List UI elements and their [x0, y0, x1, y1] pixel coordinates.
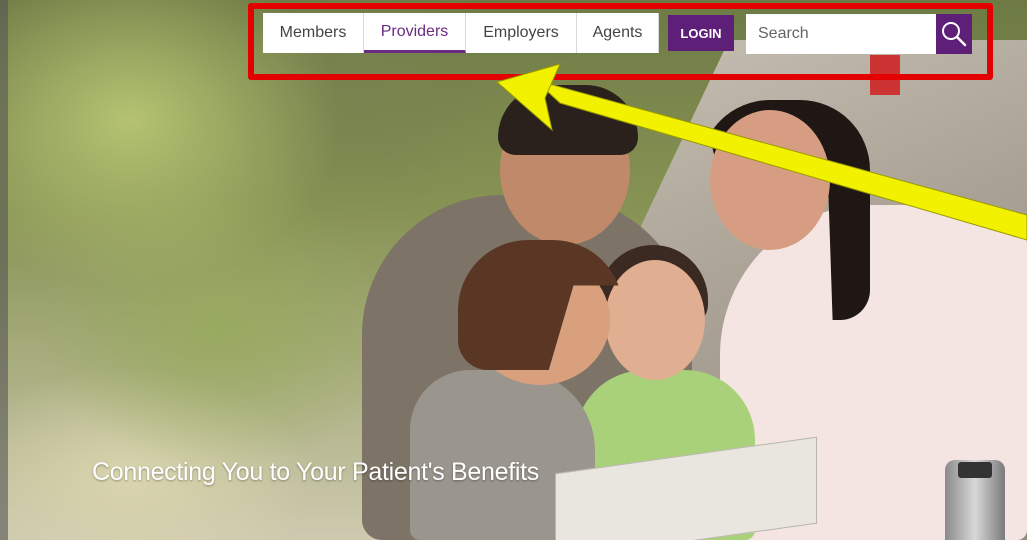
annotation-arrow [495, 63, 1027, 241]
